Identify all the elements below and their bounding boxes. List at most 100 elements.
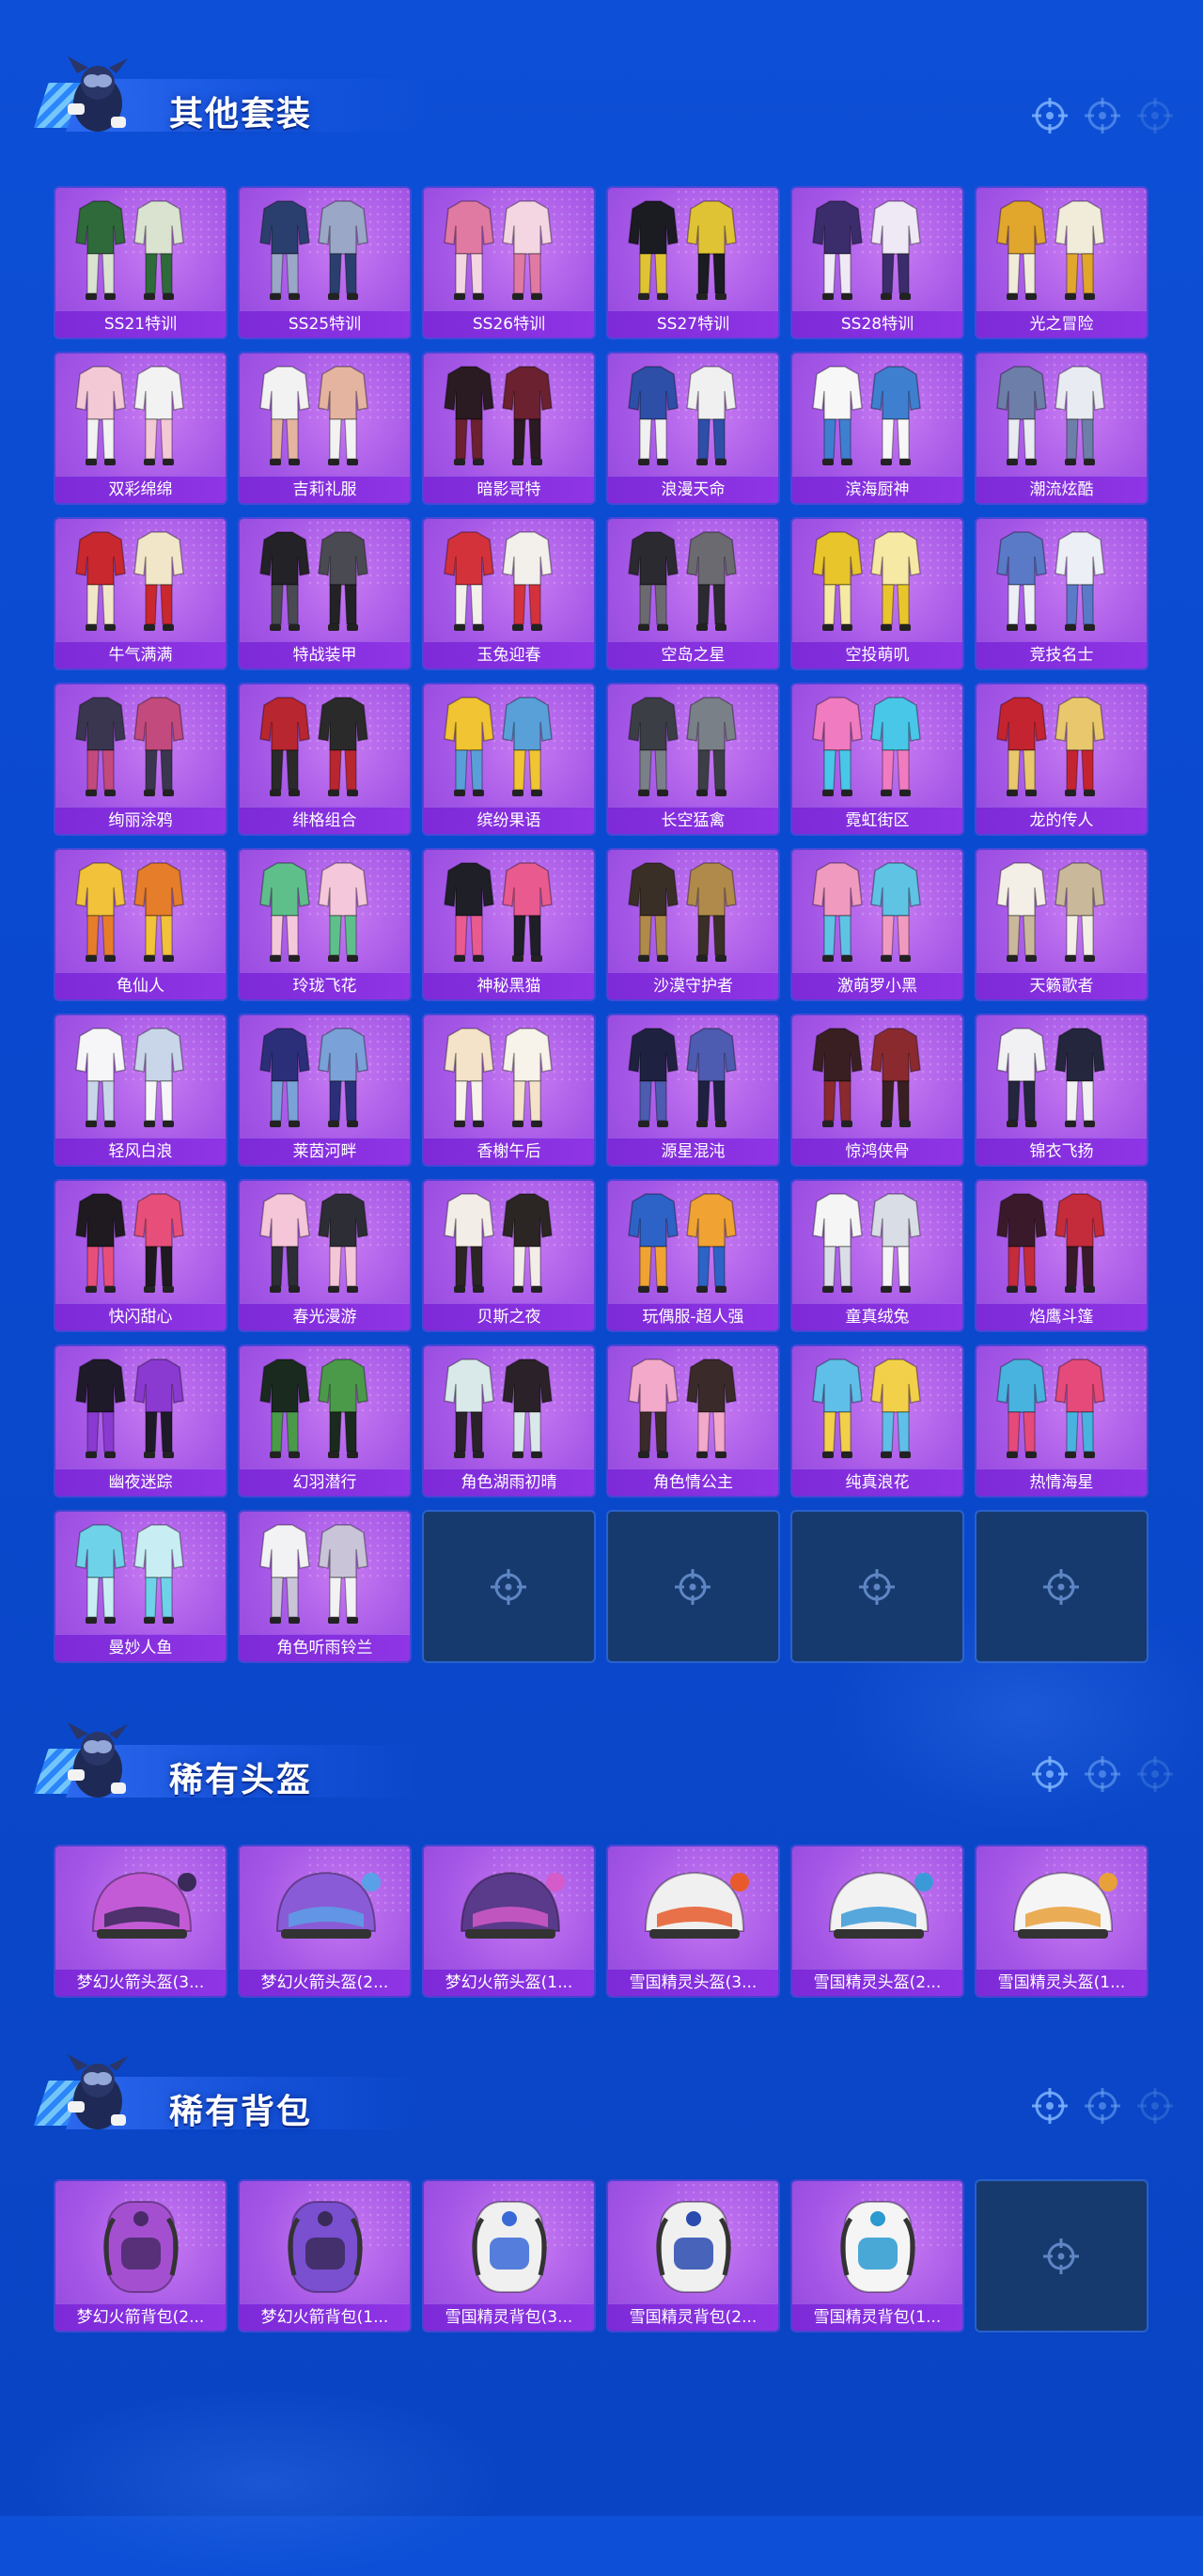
- item-tile[interactable]: 惊鸿侠骨: [792, 1015, 962, 1165]
- item-tile[interactable]: 雪国精灵背包(3...: [424, 2181, 594, 2331]
- item-tile[interactable]: SS27特训: [608, 188, 778, 338]
- item-tile[interactable]: 霓虹街区: [792, 684, 962, 834]
- item-label: 雪国精灵背包(1...: [792, 2303, 962, 2331]
- item-tile[interactable]: 空投萌叽: [792, 519, 962, 668]
- item-tile[interactable]: 浪漫天命: [608, 353, 778, 503]
- item-label: 角色情公主: [608, 1469, 778, 1496]
- item-tile[interactable]: 特战装甲: [240, 519, 410, 668]
- item-image: [259, 697, 368, 796]
- item-tile[interactable]: 玉兔迎春: [424, 519, 594, 668]
- item-tile[interactable]: 绚丽涂鸦: [55, 684, 226, 834]
- item-tile[interactable]: 竞技名士: [976, 519, 1147, 668]
- item-image: [259, 366, 368, 465]
- item-tile[interactable]: SS25特训: [240, 188, 410, 338]
- character-mascot-icon: [68, 2054, 128, 2129]
- item-tile[interactable]: 热情海星: [976, 1346, 1147, 1496]
- item-image: [444, 1359, 553, 1458]
- item-tile[interactable]: 纯真浪花: [792, 1346, 962, 1496]
- item-tile[interactable]: 香榭午后: [424, 1015, 594, 1165]
- item-tile[interactable]: SS21特训: [55, 188, 226, 338]
- item-tile[interactable]: 幽夜迷踪: [55, 1346, 226, 1496]
- item-image: [444, 366, 553, 465]
- item-tile[interactable]: SS28特训: [792, 188, 962, 338]
- item-tile[interactable]: 梦幻火箭背包(2...: [55, 2181, 226, 2331]
- item-tile[interactable]: 梦幻火箭头盔(3...: [55, 1846, 226, 1996]
- item-tile[interactable]: 缤纷果语: [424, 684, 594, 834]
- item-tile[interactable]: 快闪甜心: [55, 1181, 226, 1330]
- item-tile[interactable]: 暗影哥特: [424, 353, 594, 503]
- item-tile[interactable]: 莱茵河畔: [240, 1015, 410, 1165]
- item-tile[interactable]: 梦幻火箭头盔(2...: [240, 1846, 410, 1996]
- section-title: 稀有头盔: [169, 1761, 313, 1799]
- item-label: 沙漠守护者: [608, 972, 778, 999]
- item-label: 浪漫天命: [608, 476, 778, 503]
- item-tile[interactable]: 龙的传人: [976, 684, 1147, 834]
- crosshair-decorations: [1024, 1751, 1175, 1798]
- item-tile[interactable]: 角色听雨铃兰: [240, 1512, 410, 1661]
- item-label: 特战装甲: [240, 641, 410, 668]
- item-tile[interactable]: 玩偶服-超人强: [608, 1181, 778, 1330]
- item-tile[interactable]: 龟仙人: [55, 850, 226, 999]
- item-image: [644, 1871, 749, 1939]
- item-tile[interactable]: 雪国精灵头盔(3...: [608, 1846, 778, 1996]
- item-tile[interactable]: 幻羽潜行: [240, 1346, 410, 1496]
- item-label: 雪国精灵背包(3...: [424, 2303, 594, 2331]
- item-image: [259, 1359, 368, 1458]
- item-image: [996, 200, 1105, 300]
- item-tile[interactable]: 雪国精灵头盔(2...: [792, 1846, 962, 1996]
- item-label: 焰鹰斗篷: [976, 1303, 1147, 1330]
- item-tile[interactable]: 天籁歌者: [976, 850, 1147, 999]
- item-label: SS21特训: [55, 310, 226, 338]
- item-label: 热情海星: [976, 1469, 1147, 1496]
- crosshair-icon: [1137, 2088, 1173, 2124]
- section-header: 其他套装: [28, 47, 423, 141]
- item-image: [996, 862, 1105, 962]
- item-tile[interactable]: 角色情公主: [608, 1346, 778, 1496]
- item-label: 玩偶服-超人强: [608, 1303, 778, 1330]
- item-tile[interactable]: 光之冒险: [976, 188, 1147, 338]
- item-image: [628, 531, 737, 631]
- item-tile[interactable]: 焰鹰斗篷: [976, 1181, 1147, 1330]
- item-tile[interactable]: 空岛之星: [608, 519, 778, 668]
- item-label: 天籁歌者: [976, 972, 1147, 999]
- item-tile[interactable]: 春光漫游: [240, 1181, 410, 1330]
- item-tile[interactable]: 梦幻火箭头盔(1...: [424, 1846, 594, 1996]
- item-tile[interactable]: 潮流炫酷: [976, 353, 1147, 503]
- item-tile[interactable]: 玲珑飞花: [240, 850, 410, 999]
- item-image: [812, 862, 921, 962]
- item-tile[interactable]: 沙漠守护者: [608, 850, 778, 999]
- item-tile[interactable]: 绯格组合: [240, 684, 410, 834]
- item-tile[interactable]: 神秘黑猫: [424, 850, 594, 999]
- item-tile[interactable]: 角色湖雨初晴: [424, 1346, 594, 1496]
- item-tile[interactable]: SS26特训: [424, 188, 594, 338]
- item-label: 龟仙人: [55, 972, 226, 999]
- empty-slot: [976, 2181, 1147, 2331]
- item-image: [996, 1359, 1105, 1458]
- item-tile[interactable]: 牛气满满: [55, 519, 226, 668]
- item-label: 梦幻火箭背包(2...: [55, 2303, 226, 2331]
- item-tile[interactable]: 雪国精灵背包(2...: [608, 2181, 778, 2331]
- item-image: [812, 697, 921, 796]
- item-tile[interactable]: 曼妙人鱼: [55, 1512, 226, 1661]
- item-label: 曼妙人鱼: [55, 1634, 226, 1661]
- item-label: 龙的传人: [976, 807, 1147, 834]
- item-tile[interactable]: 梦幻火箭背包(1...: [240, 2181, 410, 2331]
- item-tile[interactable]: 滨海厨神: [792, 353, 962, 503]
- item-label: 长空猛禽: [608, 807, 778, 834]
- item-label: 霓虹街区: [792, 807, 962, 834]
- section-title: 其他套装: [169, 95, 313, 134]
- item-tile[interactable]: 童真绒兔: [792, 1181, 962, 1330]
- item-tile[interactable]: 激萌罗小黑: [792, 850, 962, 999]
- item-tile[interactable]: 双彩绵绵: [55, 353, 226, 503]
- crosshair-icon: [1032, 98, 1068, 134]
- item-tile[interactable]: 雪国精灵背包(1...: [792, 2181, 962, 2331]
- item-tile[interactable]: 贝斯之夜: [424, 1181, 594, 1330]
- item-tile[interactable]: 锦衣飞扬: [976, 1015, 1147, 1165]
- item-label: 源星混沌: [608, 1138, 778, 1165]
- item-tile[interactable]: 轻风白浪: [55, 1015, 226, 1165]
- crosshair-icon: [1085, 2088, 1120, 2124]
- item-tile[interactable]: 源星混沌: [608, 1015, 778, 1165]
- item-tile[interactable]: 长空猛禽: [608, 684, 778, 834]
- item-tile[interactable]: 雪国精灵头盔(1...: [976, 1846, 1147, 1996]
- item-tile[interactable]: 吉莉礼服: [240, 353, 410, 503]
